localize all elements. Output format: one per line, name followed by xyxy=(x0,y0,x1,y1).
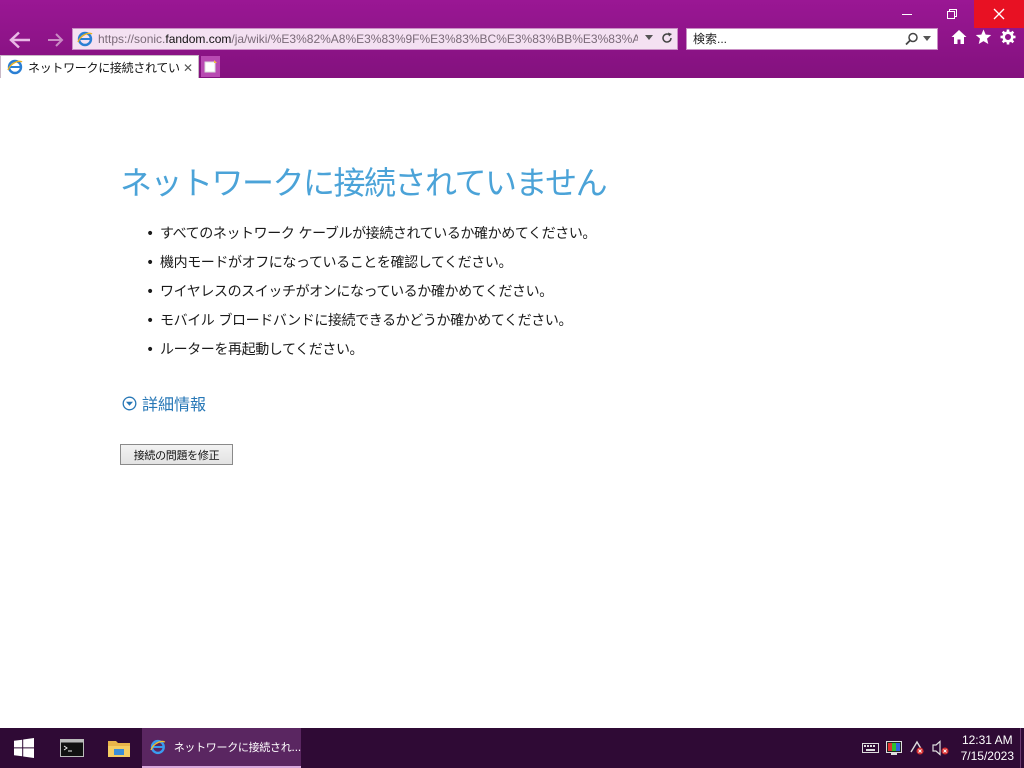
tip-item: すべてのネットワーク ケーブルが接続されているか確かめてください。 xyxy=(146,224,596,253)
start-button[interactable] xyxy=(0,728,48,768)
tab-title: ネットワークに接続されていません xyxy=(28,60,180,75)
refresh-icon[interactable] xyxy=(661,32,673,44)
restore-icon xyxy=(946,9,957,19)
taskbar: ネットワークに接続され... 12:31 AM 7/15/2023 xyxy=(0,728,1024,768)
address-bar[interactable]: https://sonic.fandom.com/ja/wiki/%E3%82%… xyxy=(72,28,678,50)
volume-muted-icon[interactable] xyxy=(932,740,950,756)
clock-time: 12:31 AM xyxy=(961,733,1013,747)
tip-item: 機内モードがオフになっていることを確認してください。 xyxy=(146,253,596,282)
tab-active[interactable]: ネットワークに接続されていません ✕ xyxy=(0,55,199,78)
browser-chrome: https://sonic.fandom.com/ja/wiki/%E3%82%… xyxy=(0,0,1024,78)
page-content: ネットワークに接続されていません すべてのネットワーク ケーブルが接続されている… xyxy=(0,78,1024,728)
tip-item: ワイヤレスのスイッチがオンになっているか確かめてください。 xyxy=(146,282,596,311)
url-text[interactable]: https://sonic.fandom.com/ja/wiki/%E3%82%… xyxy=(98,32,638,46)
tab-close-icon[interactable]: ✕ xyxy=(183,61,193,75)
clock-date: 7/15/2023 xyxy=(960,749,1014,763)
favorites-star-icon[interactable] xyxy=(975,29,992,45)
taskbar-file-explorer[interactable] xyxy=(96,728,142,768)
tip-item: モバイル ブロードバンドに接続できるかどうか確かめてください。 xyxy=(146,311,596,340)
toolbar-right xyxy=(951,29,1016,45)
system-tray xyxy=(862,740,950,756)
back-button[interactable] xyxy=(6,29,34,51)
dropdown-icon[interactable] xyxy=(645,35,653,41)
forward-button[interactable] xyxy=(42,29,70,51)
ie-favicon xyxy=(7,59,23,75)
folder-icon xyxy=(108,741,130,757)
taskbar-cmd[interactable] xyxy=(48,728,96,768)
ie-favicon xyxy=(77,31,93,47)
window-controls xyxy=(884,0,1024,28)
arrow-right-icon xyxy=(48,33,64,47)
details-link-label: 詳細情報 xyxy=(142,395,207,414)
search-input[interactable] xyxy=(693,32,893,46)
keyboard-icon[interactable] xyxy=(862,742,879,754)
home-icon[interactable] xyxy=(951,29,967,45)
restore-button[interactable] xyxy=(929,0,974,28)
close-button[interactable] xyxy=(974,0,1024,28)
minimize-button[interactable] xyxy=(884,0,929,28)
tips-list: すべてのネットワーク ケーブルが接続されているか確かめてください。 機内モードが… xyxy=(146,224,596,369)
chevron-down-circle-icon xyxy=(122,396,137,410)
display-color-icon[interactable] xyxy=(886,740,902,756)
settings-gear-icon[interactable] xyxy=(1000,29,1016,45)
show-desktop-button[interactable] xyxy=(1020,728,1024,768)
command-prompt-icon xyxy=(60,739,84,757)
minimize-icon xyxy=(901,14,912,15)
clock[interactable]: 12:31 AM 7/15/2023 xyxy=(961,732,1014,764)
page-title: ネットワークに接続されていません xyxy=(120,164,608,202)
windows-logo-icon xyxy=(14,738,34,758)
new-tab-icon xyxy=(204,60,217,73)
search-dropdown-icon[interactable] xyxy=(923,36,931,42)
taskbar-internet-explorer[interactable]: ネットワークに接続され... xyxy=(142,728,301,768)
details-link[interactable]: 詳細情報 xyxy=(122,391,206,415)
tip-item: ルーターを再起動してください。 xyxy=(146,340,596,369)
close-icon xyxy=(993,8,1005,20)
taskbar-ie-label: ネットワークに接続され... xyxy=(173,741,302,754)
search-icon[interactable] xyxy=(905,32,919,46)
new-tab-button[interactable] xyxy=(201,56,220,77)
search-box[interactable] xyxy=(686,28,938,50)
network-warning-icon[interactable] xyxy=(909,740,925,756)
arrow-left-icon xyxy=(9,31,30,49)
ie-icon xyxy=(150,739,166,755)
fix-connection-button[interactable]: 接続の問題を修正 xyxy=(120,444,233,465)
